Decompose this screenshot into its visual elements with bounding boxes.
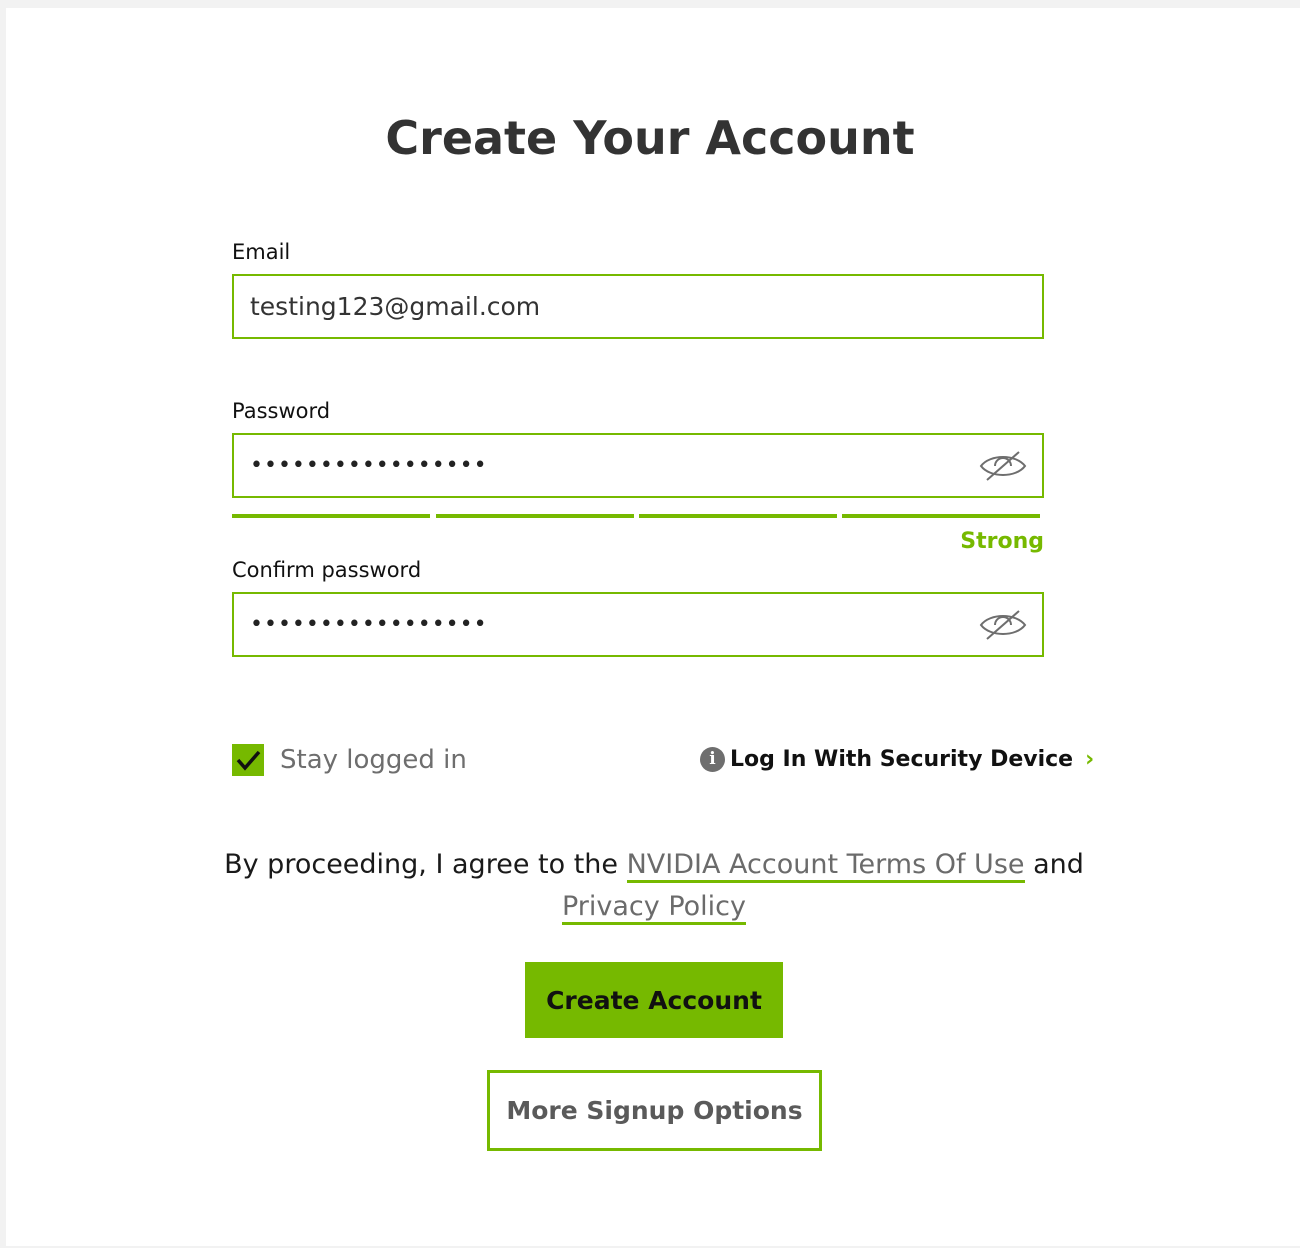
email-field-box [232,274,1044,339]
password-field-box [232,433,1044,498]
security-device-link[interactable]: i Log In With Security Device › [700,742,1094,776]
strength-segment [842,514,1040,518]
confirm-password-label: Confirm password [232,558,422,582]
create-account-button[interactable]: Create Account [525,962,783,1038]
email-label: Email [232,240,291,264]
chevron-right-icon: › [1085,746,1095,772]
checkmark-icon [236,750,261,771]
more-signup-options-button[interactable]: More Signup Options [487,1070,822,1151]
strength-segment [639,514,837,518]
terms-notice: By proceeding, I agree to the NVIDIA Acc… [150,844,1158,928]
password-strength-meter [232,514,1044,519]
confirm-password-input[interactable] [250,594,950,655]
eye-slash-icon[interactable] [978,607,1028,643]
strength-label: Strong [960,529,1044,554]
terms-of-use-link[interactable]: NVIDIA Account Terms Of Use [626,849,1025,883]
email-input[interactable] [250,276,950,337]
stay-logged-in-checkbox[interactable] [232,744,264,776]
stay-logged-in-label[interactable]: Stay logged in [280,744,467,776]
eye-slash-icon[interactable] [978,448,1028,484]
confirm-password-field-box [232,592,1044,657]
terms-prefix: By proceeding, I agree to the [224,849,627,880]
privacy-policy-link[interactable]: Privacy Policy [561,891,746,925]
password-label: Password [232,399,331,423]
password-input[interactable] [250,435,950,496]
page-title: Create Your Account [385,111,915,165]
strength-segment [232,514,430,518]
strength-segment [436,514,634,518]
terms-middle: and [1024,849,1084,880]
info-icon: i [700,746,725,772]
security-device-label: Log In With Security Device [730,746,1074,772]
